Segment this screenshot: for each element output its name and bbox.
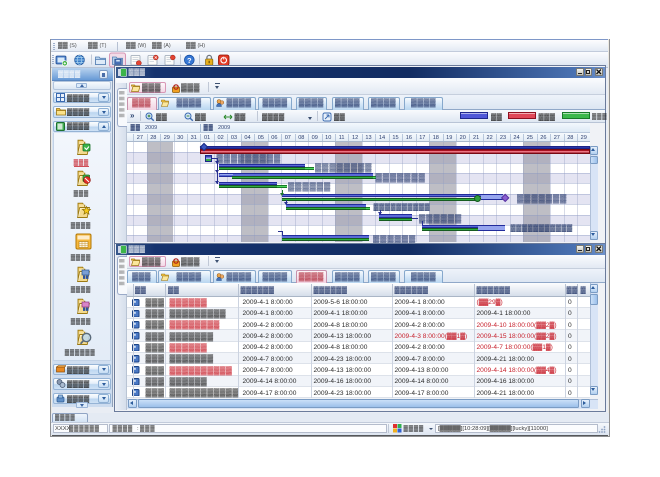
svg-text:?: ? <box>187 56 192 65</box>
